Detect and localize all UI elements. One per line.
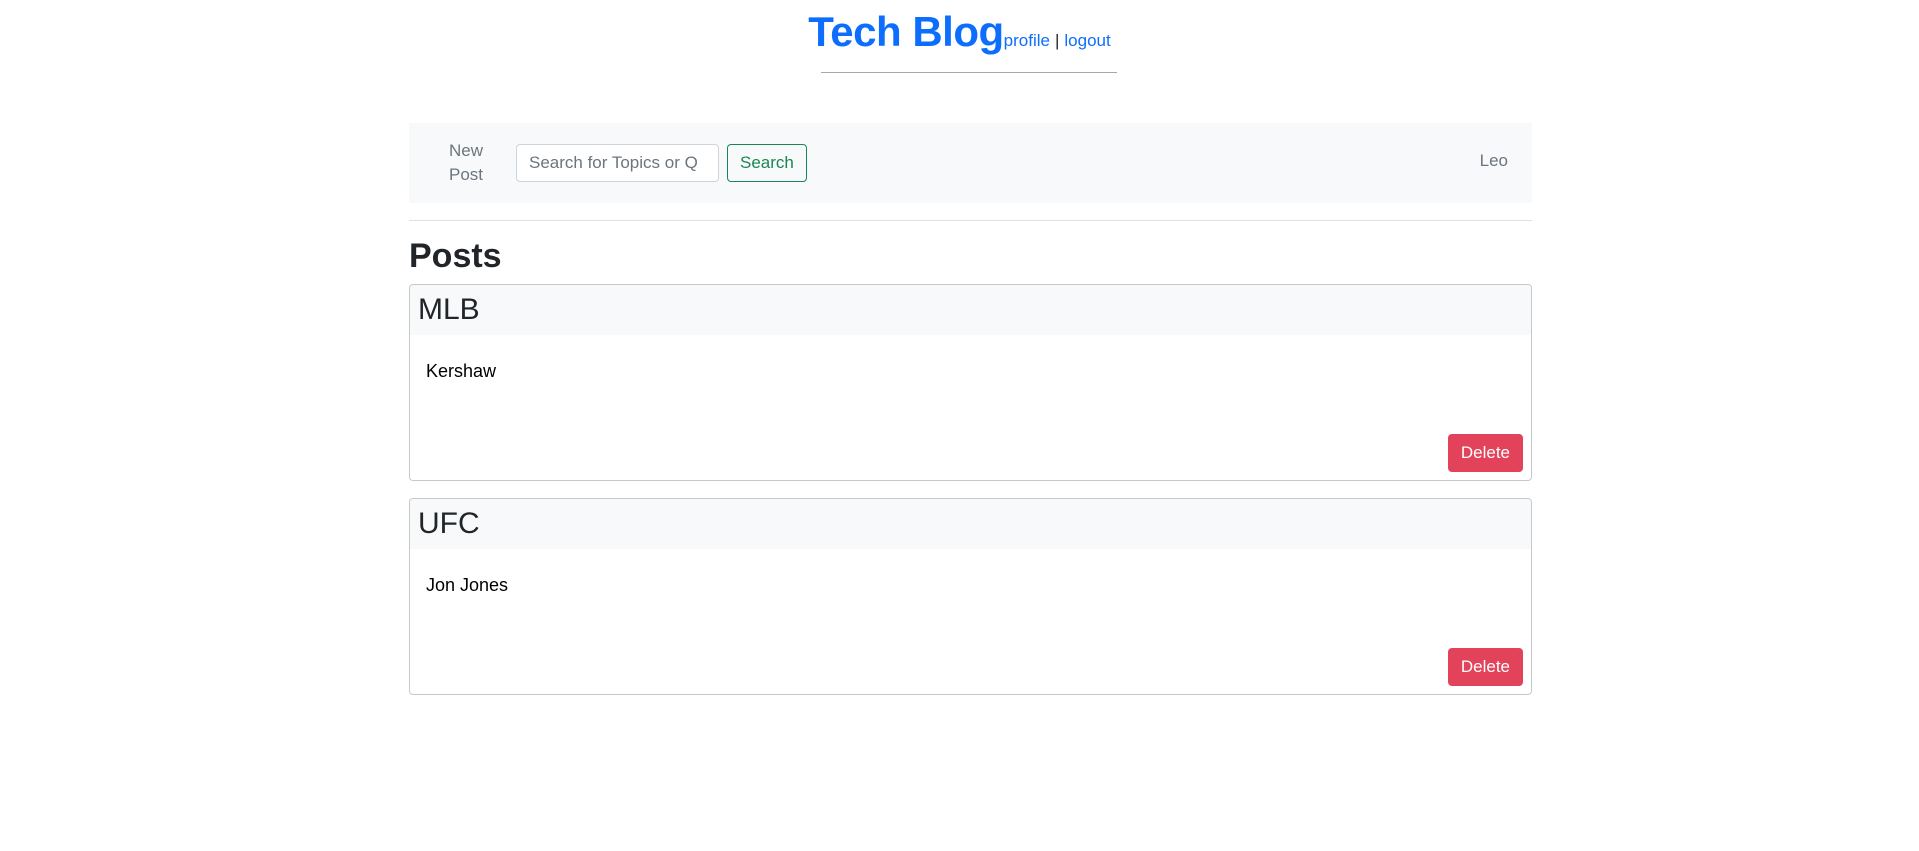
- brand-link[interactable]: Tech Blog: [808, 8, 1004, 55]
- post-title: UFC: [418, 507, 480, 540]
- navbar: New Post Search Leo: [409, 123, 1532, 203]
- posts-heading: Posts: [409, 237, 502, 275]
- post-card: UFC Jon Jones Delete: [409, 498, 1532, 695]
- post-title: MLB: [418, 293, 480, 326]
- delete-post-button[interactable]: Delete: [1447, 434, 1523, 472]
- section-divider: [409, 220, 1532, 221]
- delete-post-button[interactable]: Delete: [1447, 648, 1523, 686]
- header-links: profile | logout: [1004, 31, 1111, 50]
- post-header: MLB: [410, 285, 1531, 335]
- current-user: Leo: [1479, 151, 1508, 170]
- site-header: Tech Blogprofile | logout: [0, 8, 1919, 56]
- post-header: UFC: [410, 499, 1531, 549]
- profile-link[interactable]: profile: [1004, 31, 1050, 50]
- page: Tech Blogprofile|logout New Post Search L…: [0, 0, 1919, 851]
- logout-link[interactable]: logout: [1064, 31, 1110, 50]
- post-body: Jon Jones: [426, 575, 509, 595]
- search-button[interactable]: Search: [727, 144, 807, 182]
- post-body: Kershaw: [426, 361, 497, 381]
- new-post-label-line2: Post: [449, 165, 484, 184]
- new-post-link[interactable]: New Post: [449, 139, 509, 187]
- header-separator: |: [1054, 31, 1060, 50]
- search-input[interactable]: [516, 144, 719, 182]
- new-post-label-line1: New: [449, 141, 484, 160]
- post-card: MLB Kershaw Delete: [409, 284, 1532, 481]
- header-divider: [821, 72, 1117, 73]
- search-form: Search: [516, 144, 807, 182]
